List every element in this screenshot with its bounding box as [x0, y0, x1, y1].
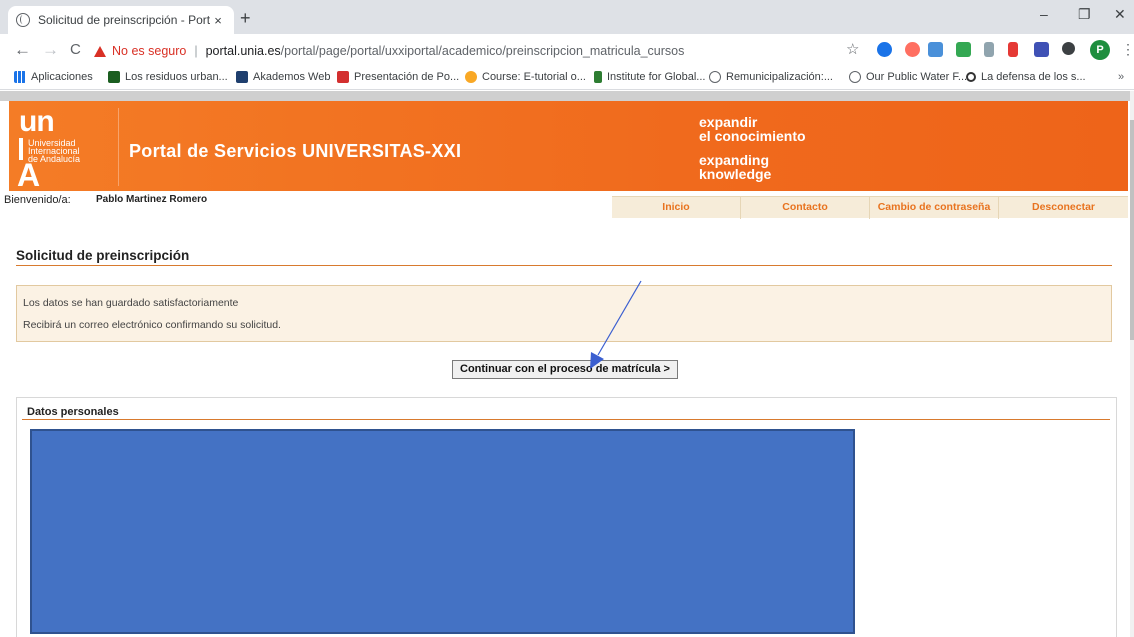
portal-menu: Inicio Contacto Cambio de contraseña Des…	[612, 196, 1128, 219]
unia-logo[interactable]: un Universidad Internacional de Andalucí…	[9, 101, 119, 193]
bookmark-label: Presentación de Po...	[354, 71, 460, 83]
portal-title: Portal de Servicios UNIVERSITAS-XXI	[129, 141, 462, 161]
new-tab-icon[interactable]: +	[240, 8, 251, 29]
menu-item-inicio[interactable]: Inicio	[612, 197, 741, 219]
bookmarks-bar: Aplicaciones Los residuos urban... Akade…	[0, 66, 1134, 90]
bookmark-item[interactable]: Presentación de Po...	[337, 71, 459, 83]
extension-icon-1[interactable]	[877, 42, 892, 57]
notice-message: Los datos se han guardado satisfactoriam…	[23, 297, 239, 309]
bookmarks-overflow-icon[interactable]: »	[1118, 71, 1124, 83]
panel-title: Datos personales	[27, 406, 119, 418]
extensions-puzzle-icon[interactable]	[1062, 42, 1075, 55]
bookmark-favicon-icon	[337, 71, 349, 83]
bookmark-favicon-icon	[236, 71, 248, 83]
bookmark-star-icon[interactable]: ☆	[846, 40, 859, 58]
continue-enrollment-button[interactable]: Continuar con el proceso de matrícula >	[452, 360, 678, 379]
profile-avatar[interactable]: P	[1090, 40, 1110, 60]
extension-icon-3[interactable]	[928, 42, 943, 57]
warning-icon	[94, 45, 106, 57]
extension-icon-6[interactable]	[1008, 42, 1018, 57]
globe-icon	[709, 71, 721, 83]
url-host: portal.unia.es	[205, 44, 281, 58]
welcome-label: Bienvenido/a:	[4, 194, 71, 206]
bookmark-label: Aplicaciones	[31, 71, 93, 83]
header-divider	[118, 108, 119, 186]
browser-menu-icon[interactable]: ⋮	[1121, 41, 1134, 58]
extension-icon-2[interactable]	[905, 42, 920, 57]
slogan-line: el conocimiento	[699, 128, 806, 144]
redacted-block	[30, 429, 855, 634]
security-status[interactable]: No es seguro	[112, 44, 186, 58]
user-name: Pablo Martinez Romero	[96, 194, 208, 205]
slogan-line: knowledge	[699, 166, 772, 182]
bookmark-item[interactable]: Course: E-tutorial o...	[465, 71, 586, 83]
bookmark-label: Institute for Global...	[607, 71, 706, 83]
bookmark-item[interactable]: Aplicaciones	[14, 71, 93, 83]
bookmark-favicon-icon	[594, 71, 602, 83]
forward-icon[interactable]: →	[42, 40, 59, 60]
menu-item-cambio-contrasena[interactable]: Cambio de contraseña	[870, 197, 999, 219]
extension-icon-7[interactable]	[1034, 42, 1049, 57]
bookmark-label: Course: E-tutorial o...	[482, 71, 586, 83]
bookmark-item[interactable]: Our Public Water F...	[849, 71, 967, 83]
logo-a-text: A	[17, 157, 41, 193]
bookmark-label: Remunicipalización:...	[726, 71, 833, 83]
bookmark-item[interactable]: Los residuos urban...	[108, 71, 228, 83]
bookmark-label: Our Public Water F...	[866, 71, 968, 83]
tab-close-icon[interactable]: ×	[210, 13, 226, 28]
bookmark-favicon-icon	[465, 71, 477, 83]
browser-tabstrip: Solicitud de preinscripción - Port × + –…	[0, 0, 1134, 34]
url-separator: |	[194, 44, 198, 58]
close-window-icon[interactable]: ✕	[1114, 6, 1126, 23]
scrollbar-thumb[interactable]	[1130, 120, 1134, 340]
menu-item-contacto[interactable]: Contacto	[741, 197, 870, 219]
globe-icon	[849, 71, 861, 83]
bookmark-label: La defensa de los s...	[981, 71, 1086, 83]
url-path: /portal/page/portal/uxxiportal/academico…	[280, 44, 685, 58]
back-icon[interactable]: ←	[14, 40, 31, 60]
address-bar[interactable]: No es seguro | portal.unia.es /portal/pa…	[94, 38, 874, 64]
bookmark-item[interactable]: La defensa de los s...	[966, 71, 1086, 83]
tab-title: Solicitud de preinscripción - Port	[38, 13, 210, 27]
bookmark-label: Los residuos urban...	[125, 71, 228, 83]
extension-icon-4[interactable]	[956, 42, 971, 57]
minimize-icon[interactable]: –	[1040, 6, 1048, 22]
bookmark-label: Akademos Web	[253, 71, 331, 83]
bookmark-item[interactable]: Institute for Global...	[594, 71, 705, 83]
panel-underline	[22, 419, 1110, 420]
menu-item-desconectar[interactable]: Desconectar	[999, 197, 1128, 219]
bookmark-favicon-icon	[966, 72, 976, 82]
browser-tab-active[interactable]: Solicitud de preinscripción - Port ×	[8, 6, 234, 34]
globe-icon	[16, 13, 30, 27]
apps-grid-icon	[14, 71, 26, 83]
bookmark-item[interactable]: Akademos Web	[236, 71, 330, 83]
logo-un-text: un	[19, 105, 55, 138]
bookmark-favicon-icon	[108, 71, 120, 83]
reload-icon[interactable]: C	[70, 41, 81, 58]
title-underline	[16, 265, 1112, 266]
extension-icon-5[interactable]	[984, 42, 994, 57]
page-top-gap	[0, 91, 1130, 101]
restore-icon[interactable]: ❐	[1078, 6, 1091, 23]
bookmark-item[interactable]: Remunicipalización:...	[709, 71, 833, 83]
page-title: Solicitud de preinscripción	[16, 248, 190, 263]
success-notice: Los datos se han guardado satisfactoriam…	[16, 285, 1112, 342]
notice-message: Recibirá un correo electrónico confirman…	[23, 319, 281, 331]
